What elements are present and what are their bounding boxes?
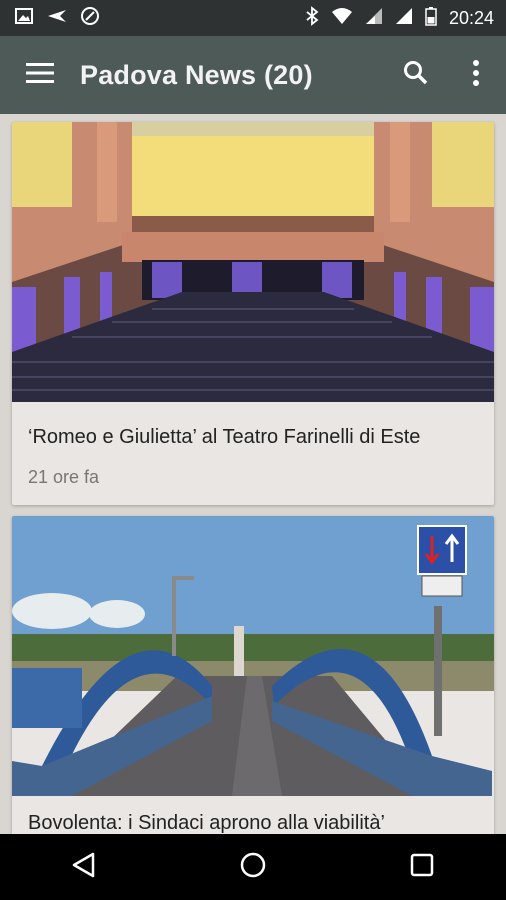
status-system-icons: 20:24 xyxy=(305,5,494,31)
app-toolbar: Padova News (20) xyxy=(0,36,506,114)
signal-icon xyxy=(395,6,413,31)
plane-icon xyxy=(46,6,68,31)
theater-hall-image xyxy=(12,122,494,402)
signal-icon xyxy=(365,6,383,31)
more-vert-icon xyxy=(472,59,480,91)
article-title: Bovolenta: i Sindaci aprono alla viabili… xyxy=(28,812,385,834)
news-card[interactable]: ‘Romeo e Giulietta’ al Teatro Farinelli … xyxy=(12,122,494,505)
status-time: 20:24 xyxy=(448,7,494,28)
menu-button[interactable] xyxy=(0,36,80,114)
bluetooth-icon xyxy=(305,5,319,31)
blue-bridge-road-image xyxy=(12,516,494,796)
page-title: Padova News (20) xyxy=(80,59,313,90)
overflow-menu-button[interactable] xyxy=(446,36,506,114)
shield-icon xyxy=(80,6,100,31)
status-bar: 20:24 xyxy=(0,0,506,36)
recents-icon xyxy=(409,852,435,883)
system-nav-bar xyxy=(0,834,506,900)
article-title: ‘Romeo e Giulietta’ al Teatro Farinelli … xyxy=(28,426,421,448)
news-card[interactable]: Bovolenta: i Sindaci aprono alla viabili… xyxy=(12,516,494,834)
news-list[interactable]: ‘Romeo e Giulietta’ al Teatro Farinelli … xyxy=(0,114,506,834)
search-icon xyxy=(403,60,429,91)
home-button[interactable] xyxy=(213,834,293,900)
search-button[interactable] xyxy=(386,36,446,114)
wifi-icon xyxy=(331,6,353,31)
home-icon xyxy=(239,851,267,884)
article-time: 21 ore fa xyxy=(28,467,100,487)
status-notification-icons xyxy=(14,6,100,31)
image-icon xyxy=(14,6,34,31)
back-icon xyxy=(71,851,97,884)
back-button[interactable] xyxy=(44,834,124,900)
battery-icon xyxy=(425,6,437,31)
menu-icon xyxy=(26,62,54,89)
recents-button[interactable] xyxy=(382,834,462,900)
